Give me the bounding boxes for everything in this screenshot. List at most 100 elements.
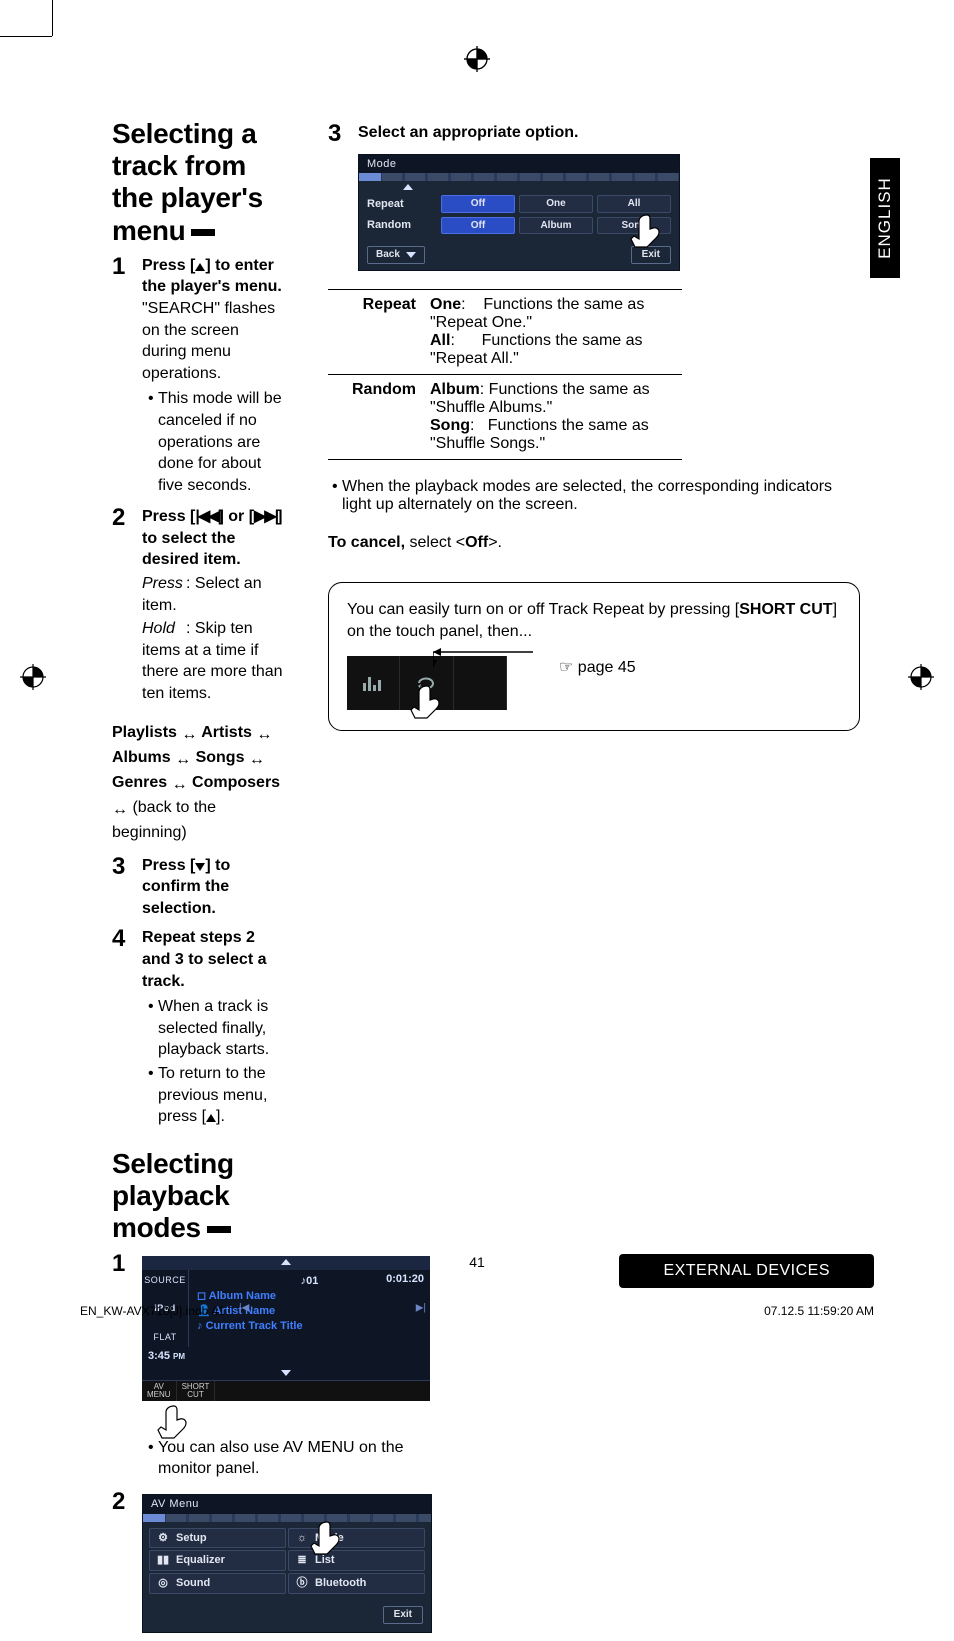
modes-step-number-1: 1	[112, 1252, 132, 1481]
lcd-album-name: Album Name	[209, 1290, 276, 1302]
step3-lead: Press [] to confirm the selection.	[142, 855, 284, 920]
av-menu-exit-button[interactable]: Exit	[383, 1606, 423, 1624]
av-menu-setup[interactable]: ⚙Setup	[149, 1528, 286, 1549]
double-arrow-icon: ↔	[112, 798, 128, 821]
triangle-up-icon	[206, 1114, 216, 1122]
mode-panel: Mode Repeat Off One All	[358, 154, 680, 271]
ipod-now-playing-screen: SOURCE iPod FLAT |◀ ▶| ♪010:01:20 ◻ Albu…	[142, 1256, 430, 1400]
step1-bullet: This mode will be canceled if no operati…	[158, 388, 284, 496]
step2-hold: Hold: Skip ten items at a time if there …	[142, 618, 284, 704]
pointer-hand-icon	[154, 1402, 194, 1442]
gear-icon: ⚙	[156, 1531, 170, 1545]
modes-step-number-2: 2	[112, 1490, 132, 1633]
mode-repeat-label: Repeat	[367, 197, 437, 212]
language-tab-label: ENGLISH	[875, 177, 895, 259]
lcd-flat-label: FLAT	[153, 1331, 176, 1343]
skip-prev-icon: |◀◀	[195, 508, 218, 525]
page-number: 41	[469, 1254, 485, 1270]
triangle-down-icon	[406, 252, 416, 258]
lcd-track-number: ♪01	[301, 1275, 319, 1287]
crop-tick-vertical	[52, 0, 53, 36]
print-footer: EN_KW-AVX710[J].indb 41 07.12.5 11:59:20…	[80, 1304, 874, 1318]
double-arrow-icon: ↔	[249, 748, 265, 771]
crop-tick-horizontal	[0, 36, 52, 37]
section-title-selecting-track: Selecting a track from the player's menu	[112, 118, 284, 247]
mode-panel-title: Mode	[359, 155, 679, 174]
registration-mark-left	[20, 664, 46, 690]
step-number-2: 2	[112, 506, 132, 704]
lcd-short-cut-button[interactable]: SHORT CUT	[177, 1381, 216, 1401]
language-tab: ENGLISH	[870, 158, 900, 278]
lcd-source-label: SOURCE	[144, 1274, 186, 1286]
double-arrow-icon: ↔	[172, 773, 188, 796]
opt-random-label: Random	[328, 374, 420, 459]
table-row: Random Album: Functions the same as "Shu…	[328, 374, 682, 459]
double-arrow-icon: ↔	[175, 748, 191, 771]
step4-bullet-2: To return to the previous menu, press []…	[158, 1063, 284, 1128]
print-footer-left: EN_KW-AVX710[J].indb 41	[80, 1304, 225, 1318]
lcd-av-menu-button[interactable]: AV MENU	[142, 1381, 177, 1401]
step2-press: Press: Select an item.	[142, 573, 284, 616]
modes-step3-lead: Select an appropriate option.	[358, 122, 680, 144]
mode-panel-tabs[interactable]	[359, 173, 679, 181]
opt-repeat-one: One: Functions the same as "Repeat One."	[430, 296, 672, 332]
mode-repeat-off[interactable]: Off	[441, 195, 515, 213]
lcd-elapsed-time: 0:01:20	[386, 1272, 424, 1287]
menu-navigation-sequence: Playlists ↔ Artists ↔ Albums ↔ Songs ↔ G…	[112, 721, 284, 845]
step4-bullet-1: When a track is selected finally, playba…	[158, 996, 284, 1061]
section-chip: EXTERNAL DEVICES	[619, 1254, 874, 1288]
equalizer-icon: ▮▮	[156, 1554, 170, 1568]
av-menu-equalizer[interactable]: ▮▮Equalizer	[149, 1550, 286, 1571]
lcd-down-arrow-bar[interactable]	[142, 1366, 430, 1380]
callout-page-ref: ☞ page 45	[559, 657, 636, 677]
double-arrow-icon: ↔	[256, 723, 272, 746]
cancel-instruction: To cancel, select <Off>.	[328, 534, 860, 552]
print-footer-right: 07.12.5 11:59:20 AM	[764, 1304, 874, 1318]
playback-options-table: Repeat One: Functions the same as "Repea…	[328, 289, 682, 460]
step2-lead: Press [|◀◀] or [▶▶|] to select the desir…	[142, 506, 284, 571]
heading-rule-icon	[191, 229, 215, 236]
lcd-up-arrow-bar[interactable]	[142, 1256, 430, 1270]
lcd-track-title: Current Track Title	[206, 1320, 303, 1332]
registration-mark-right	[908, 664, 934, 690]
callout-arrow-icon	[433, 646, 543, 670]
step1-lead: Press [] to enter the player's menu.	[142, 255, 284, 298]
up-arrow-icon[interactable]	[403, 184, 413, 190]
shortcut-callout: You can easily turn on or off Track Repe…	[328, 582, 860, 731]
pointer-hand-icon	[307, 1518, 347, 1558]
av-menu-title: AV Menu	[143, 1495, 431, 1514]
lcd-clock: 3:45PM	[142, 1347, 430, 1366]
section-title-playback-modes: Selecting playback modes	[112, 1148, 284, 1245]
touch-panel-eq-icon[interactable]	[347, 656, 400, 710]
pointer-hand-icon	[627, 211, 667, 251]
av-menu-panel: AV Menu ⚙Setup ☼Mode ▮▮Equalizer ≣List ◎…	[142, 1494, 432, 1633]
step-number-4: 4	[112, 927, 132, 1129]
av-menu-bluetooth[interactable]: ⓑBluetooth	[288, 1573, 425, 1594]
step4-lead: Repeat steps 2 and 3 to select a track.	[142, 927, 284, 992]
mode-back-button[interactable]: Back	[367, 246, 425, 264]
mode-random-off[interactable]: Off	[441, 217, 515, 235]
mode-random-album[interactable]: Album	[519, 217, 593, 235]
callout-text: You can easily turn on or off Track Repe…	[347, 599, 841, 642]
av-menu-sound[interactable]: ◎Sound	[149, 1573, 286, 1594]
step-number-1: 1	[112, 255, 132, 499]
opt-repeat-all: All: Functions the same as "Repeat All."	[430, 332, 672, 368]
opt-random-song: Song: Functions the same as "Shuffle Son…	[430, 417, 672, 453]
step1-note: "SEARCH" flashes on the screen during me…	[142, 298, 284, 384]
opt-repeat-label: Repeat	[328, 289, 420, 374]
triangle-down-icon	[195, 863, 205, 871]
modes-step-number-3: 3	[328, 122, 348, 271]
triangle-up-icon	[195, 263, 205, 271]
bluetooth-icon: ⓑ	[295, 1577, 309, 1591]
after-table-bullet: When the playback modes are selected, th…	[342, 478, 860, 514]
opt-random-album: Album: Functions the same as "Shuffle Al…	[430, 381, 672, 417]
heading-rule-icon	[207, 1226, 231, 1233]
modes-step1-bullet: You can also use AV MENU on the monitor …	[158, 1437, 430, 1480]
table-row: Repeat One: Functions the same as "Repea…	[328, 289, 682, 374]
mode-repeat-one[interactable]: One	[519, 195, 593, 213]
skip-next-icon: ▶▶|	[254, 508, 277, 525]
sound-icon: ◎	[156, 1577, 170, 1591]
av-menu-tabs[interactable]	[143, 1514, 431, 1522]
touch-panel-bar	[347, 656, 507, 710]
double-arrow-icon: ↔	[181, 723, 197, 746]
